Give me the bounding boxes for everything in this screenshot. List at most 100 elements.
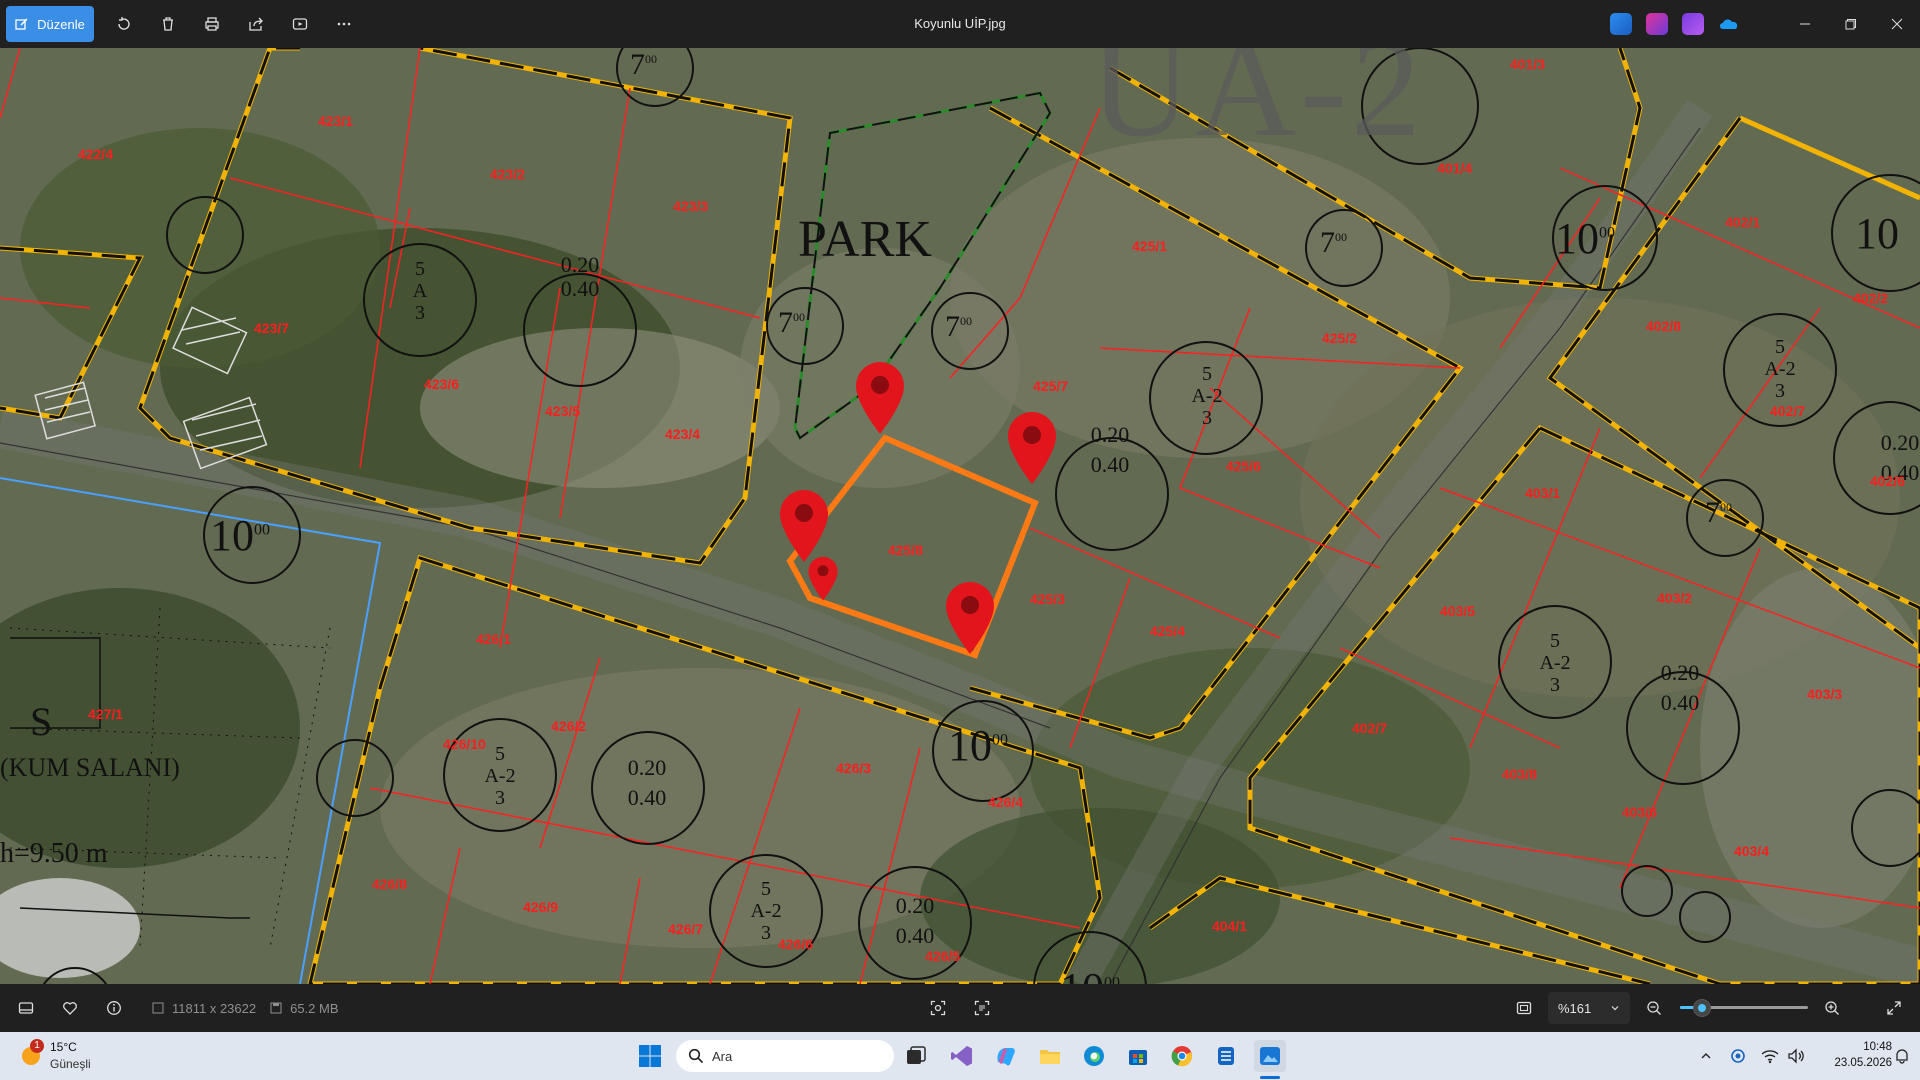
parcel-number: 425/1 xyxy=(1132,238,1168,254)
weather-widget[interactable]: 1 15°C Güneşli xyxy=(16,1038,136,1074)
fullscreen-button[interactable] xyxy=(1872,984,1916,1032)
store-icon[interactable] xyxy=(1122,1040,1154,1072)
parcel-number: 402/7 xyxy=(1770,403,1806,419)
location-pin-icon[interactable] xyxy=(806,553,840,603)
parcel-number: 423/5 xyxy=(545,403,581,419)
parcel-number: 403/4 xyxy=(1734,843,1770,859)
chrome-icon[interactable] xyxy=(1166,1040,1198,1072)
info-button[interactable] xyxy=(92,984,136,1032)
photos-editor-icon[interactable] xyxy=(1610,13,1632,35)
chevron-down-icon xyxy=(1611,1006,1619,1011)
copilot-icon[interactable] xyxy=(990,1040,1022,1072)
clock-time: 10:48 xyxy=(1863,1041,1892,1053)
task-view-button[interactable] xyxy=(900,1040,932,1072)
favorite-button[interactable] xyxy=(48,984,92,1032)
parcel-number: 423/1 xyxy=(318,113,354,129)
window-controls xyxy=(1782,0,1920,48)
close-button[interactable] xyxy=(1874,0,1920,48)
filmstrip-button[interactable] xyxy=(4,984,48,1032)
slideshow-button[interactable] xyxy=(278,6,322,42)
windows-icon xyxy=(639,1045,661,1067)
info-icon xyxy=(107,1001,121,1015)
delete-button[interactable] xyxy=(146,6,190,42)
parcel-number: 402/6 xyxy=(1870,473,1906,489)
parcel-number: 423/6 xyxy=(424,376,460,392)
more-button[interactable] xyxy=(322,6,366,42)
minimize-button[interactable] xyxy=(1782,0,1828,48)
zoom-dropdown[interactable]: %161 xyxy=(1548,992,1630,1024)
parcel-number: 426/6 xyxy=(778,936,814,952)
parcel-number: 425/7 xyxy=(1033,378,1069,394)
notification-button[interactable] xyxy=(1886,1040,1918,1072)
zoom-slider[interactable] xyxy=(1680,1000,1808,1016)
chevron-up-icon xyxy=(1701,1053,1711,1059)
zoom-in-icon xyxy=(1825,1001,1839,1015)
cloud-apps xyxy=(1610,0,1740,48)
status-bar: 11811 x 23622 65.2 MB %161 xyxy=(0,984,1920,1032)
active-app-indicator xyxy=(1260,1076,1280,1079)
parcel-number: 423/3 xyxy=(673,198,709,214)
edit-button[interactable]: Düzenle xyxy=(6,6,94,42)
maximize-button[interactable] xyxy=(1828,0,1874,48)
photos-app-icon[interactable] xyxy=(1254,1040,1286,1072)
parcel-number: 425/2 xyxy=(1322,330,1358,346)
expand-icon xyxy=(1887,1001,1901,1015)
visual-search-icon xyxy=(930,1000,946,1016)
zoom-in-button[interactable] xyxy=(1810,984,1854,1032)
database-app-icon[interactable] xyxy=(1210,1040,1242,1072)
clock[interactable]: 10:48 23.05.2026 xyxy=(1812,1039,1892,1071)
share-button[interactable] xyxy=(234,6,278,42)
parcel-number: 425/8 xyxy=(888,542,924,558)
print-icon xyxy=(205,17,219,31)
print-button[interactable] xyxy=(190,6,234,42)
parcel-labels: 423/1 423/2 423/3 422/4 423/7 423/6 423/… xyxy=(0,48,1920,984)
parcel-number: 403/8 xyxy=(1502,766,1538,782)
fit-window-button[interactable] xyxy=(1502,984,1546,1032)
location-pin-icon[interactable] xyxy=(852,358,908,436)
image-canvas[interactable]: UA-2 PARK 0.20 0.40 0.20 0.40 0.20 0.40 0.2… xyxy=(0,48,1920,984)
filmstrip-icon xyxy=(18,1002,34,1014)
more-icon xyxy=(337,22,351,26)
edit-button-label: Düzenle xyxy=(37,16,85,32)
parcel-number: 403/2 xyxy=(1657,590,1693,606)
edge-icon[interactable] xyxy=(1078,1040,1110,1072)
file-explorer-icon[interactable] xyxy=(1034,1040,1066,1072)
zoom-out-button[interactable] xyxy=(1632,984,1676,1032)
visual-search-button[interactable] xyxy=(916,984,960,1032)
parcel-number: 403/5 xyxy=(1440,603,1476,619)
tray-overflow-button[interactable] xyxy=(1690,1040,1722,1072)
text-scan-button[interactable] xyxy=(960,984,1004,1032)
text-scan-icon xyxy=(974,1000,990,1016)
task-view-icon xyxy=(907,1046,926,1064)
location-pin-icon[interactable] xyxy=(942,578,998,656)
onedrive-icon[interactable] xyxy=(1718,13,1740,35)
defender-icon[interactable] xyxy=(1722,1040,1754,1072)
parcel-number: 423/7 xyxy=(254,320,290,336)
clipchamp-icon[interactable] xyxy=(1682,13,1704,35)
visual-studio-icon[interactable] xyxy=(946,1040,978,1072)
parcel-number: 422/4 xyxy=(78,146,114,162)
start-button[interactable] xyxy=(634,1040,666,1072)
parcel-number: 423/2 xyxy=(490,166,526,182)
filesize-info: 65.2 MB xyxy=(270,1001,339,1016)
parcel-number: 426/7 xyxy=(668,921,704,937)
search-placeholder: Ara xyxy=(712,1048,733,1064)
parcel-number: 426/1 xyxy=(476,631,512,647)
weather-temp: 15°C xyxy=(50,1040,77,1054)
save-disk-icon xyxy=(270,1002,282,1014)
parcel-number: 423/4 xyxy=(665,426,701,442)
maximize-icon xyxy=(1845,19,1856,30)
volume-icon[interactable] xyxy=(1780,1040,1812,1072)
copilot-designer-icon[interactable] xyxy=(1646,13,1668,35)
location-pin-icon[interactable] xyxy=(1004,408,1060,486)
taskbar-search[interactable]: Ara xyxy=(676,1040,894,1072)
fit-to-window-icon xyxy=(1516,1001,1532,1015)
zoom-out-icon xyxy=(1647,1001,1661,1015)
parcel-number: 426/5 xyxy=(925,948,961,964)
parcel-number: 426/4 xyxy=(988,794,1024,810)
parcel-number: 403/1 xyxy=(1525,485,1561,501)
zoom-slider-thumb[interactable] xyxy=(1693,1000,1710,1016)
rotate-button[interactable] xyxy=(102,6,146,42)
parcel-number: 401/4 xyxy=(1437,160,1473,176)
share-icon xyxy=(249,17,263,31)
